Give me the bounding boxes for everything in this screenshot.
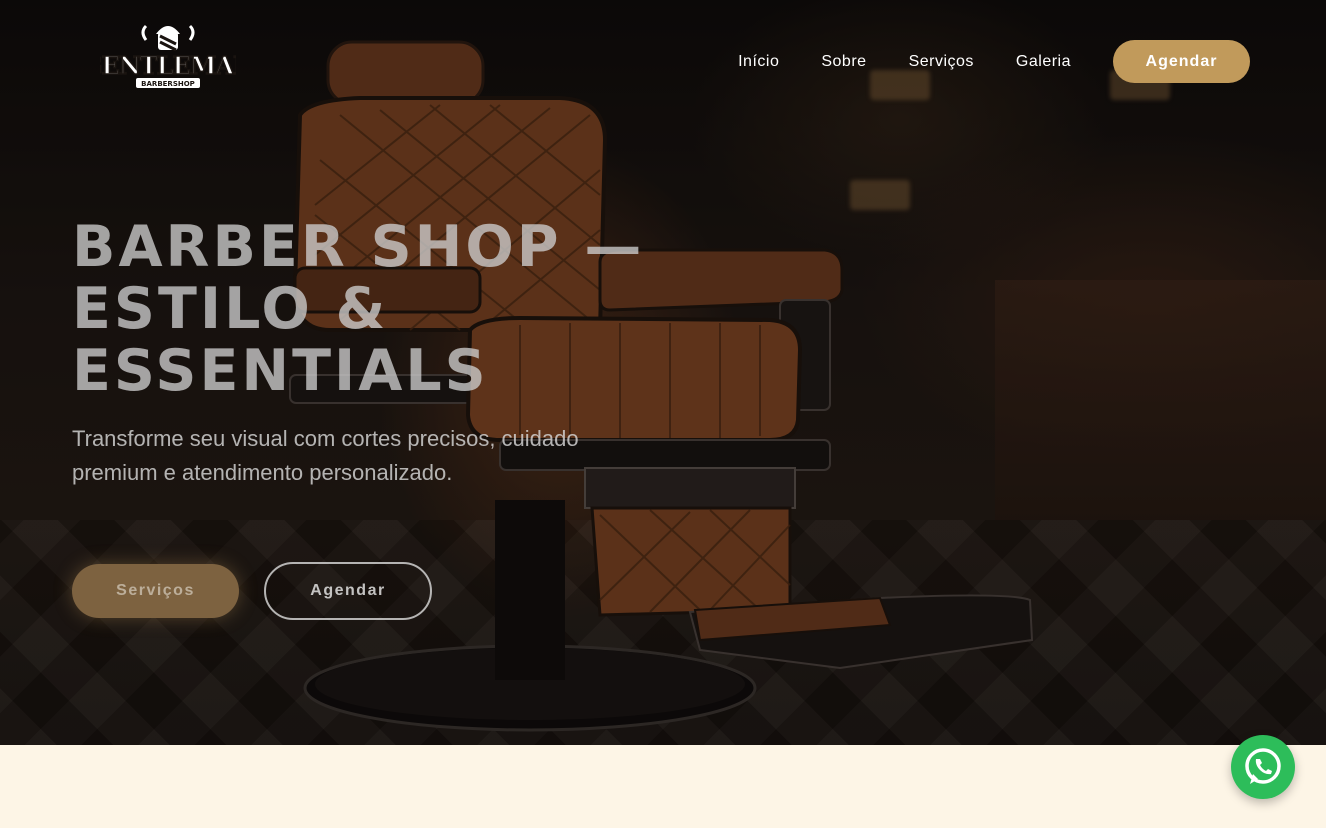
nav-link-servicos[interactable]: Serviços bbox=[909, 53, 974, 71]
hero-title-line-1: BARBER SHOP — bbox=[72, 214, 645, 280]
hero-subtitle: Transforme seu visual com cortes preciso… bbox=[72, 426, 579, 485]
gentleman-logo[interactable]: GENTLEMAN BARBERSHOP bbox=[100, 16, 236, 94]
nav-link-sobre[interactable]: Sobre bbox=[821, 53, 866, 71]
nav-link-galeria[interactable]: Galeria bbox=[1016, 53, 1071, 71]
whatsapp-icon bbox=[1245, 748, 1281, 784]
logo-tagline: BARBERSHOP bbox=[141, 80, 195, 88]
nav-agendar-button[interactable]: Agendar bbox=[1113, 40, 1250, 83]
whatsapp-button[interactable] bbox=[1231, 735, 1295, 799]
hero-agendar-button[interactable]: Agendar bbox=[264, 562, 432, 620]
logo-wordmark: GENTLEMAN bbox=[100, 51, 236, 80]
nav-link-inicio[interactable]: Início bbox=[738, 53, 779, 71]
hero-title-line-2: ESTILO & bbox=[72, 276, 389, 342]
hero-servicos-button[interactable]: Serviços bbox=[72, 564, 239, 618]
main-nav: Início Sobre Serviços Galeria Agendar bbox=[738, 40, 1250, 83]
hero-title: BARBER SHOP — ESTILO & ESSENTIALS bbox=[72, 216, 672, 402]
barber-pole-logo-icon bbox=[141, 24, 195, 52]
hero-title-line-3: ESSENTIALS bbox=[72, 338, 489, 404]
